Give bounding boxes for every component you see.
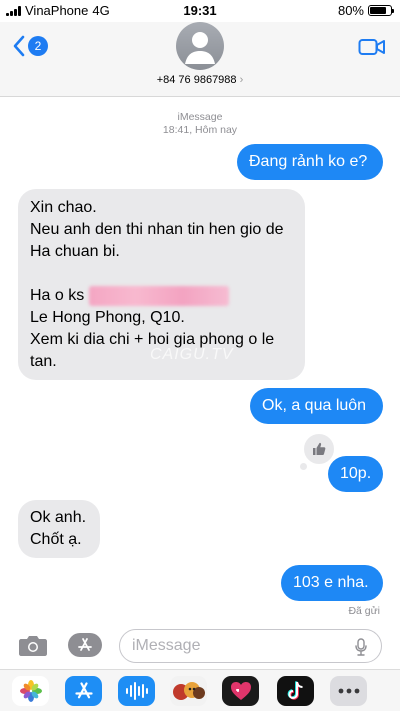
camera-icon[interactable] bbox=[18, 633, 48, 657]
message-bubble-outgoing[interactable]: Đang rảnh ko e? bbox=[237, 144, 383, 180]
message-line: Ha o ks bbox=[30, 285, 293, 307]
delivery-status: Đã gửi bbox=[348, 605, 380, 617]
conversation-header: 2 +84 76 9867988 › bbox=[0, 22, 400, 97]
back-button[interactable]: 2 bbox=[12, 35, 48, 57]
contact-avatar[interactable] bbox=[176, 22, 224, 70]
person-icon bbox=[185, 32, 215, 64]
message-line: Xin chao. bbox=[30, 199, 97, 216]
chevron-right-icon: › bbox=[239, 74, 244, 86]
photos-icon[interactable] bbox=[12, 676, 49, 706]
timestamp: 18:41, Hôm nay bbox=[162, 124, 238, 136]
message-bubble-incoming[interactable]: Ok anh. Chốt ạ. bbox=[18, 500, 100, 558]
message-bubble-outgoing[interactable]: 103 e nha. bbox=[281, 565, 383, 601]
tiktok-icon[interactable] bbox=[277, 676, 314, 706]
heart-sticker-icon[interactable] bbox=[222, 676, 259, 706]
message-input[interactable] bbox=[119, 629, 382, 663]
app-store-icon[interactable] bbox=[65, 676, 102, 706]
watermark: CAIGU.TV bbox=[150, 346, 234, 363]
tapback-tail bbox=[300, 463, 307, 470]
contact-number: +84 76 9867988 bbox=[156, 74, 237, 86]
unread-badge: 2 bbox=[28, 36, 48, 56]
message-bubble-outgoing[interactable]: Ok, a qua luôn bbox=[250, 388, 383, 424]
app-store-button[interactable] bbox=[68, 633, 102, 657]
tapback-reaction[interactable] bbox=[302, 432, 336, 466]
conversation-meta: iMessage 18:41, Hôm nay bbox=[0, 111, 400, 137]
app-store-icon bbox=[78, 638, 92, 651]
message-line: Neu anh den thi nhan tin hen gio de Ha c… bbox=[30, 221, 284, 260]
memoji-icon[interactable] bbox=[170, 676, 207, 706]
battery-percent: 80% bbox=[337, 3, 364, 18]
battery-icon bbox=[368, 5, 394, 16]
microphone-icon[interactable] bbox=[354, 638, 368, 656]
chevron-left-icon bbox=[13, 35, 25, 57]
compose-bar bbox=[0, 625, 400, 667]
audio-icon[interactable] bbox=[118, 676, 155, 706]
status-bar: VinaPhone 4G 19:31 80% bbox=[0, 0, 400, 22]
more-icon[interactable] bbox=[330, 676, 367, 706]
service-label: iMessage bbox=[177, 111, 223, 123]
message-line: Le Hong Phong, Q10. bbox=[30, 309, 185, 326]
app-drawer bbox=[0, 669, 400, 711]
message-bubble-outgoing[interactable]: 10p. bbox=[328, 456, 383, 492]
contact-name[interactable]: +84 76 9867988 › bbox=[0, 74, 400, 86]
thumbs-up-icon bbox=[313, 442, 326, 455]
redacted-address bbox=[88, 285, 229, 306]
video-call-icon[interactable] bbox=[358, 37, 386, 57]
battery-info: 80% bbox=[337, 3, 394, 18]
